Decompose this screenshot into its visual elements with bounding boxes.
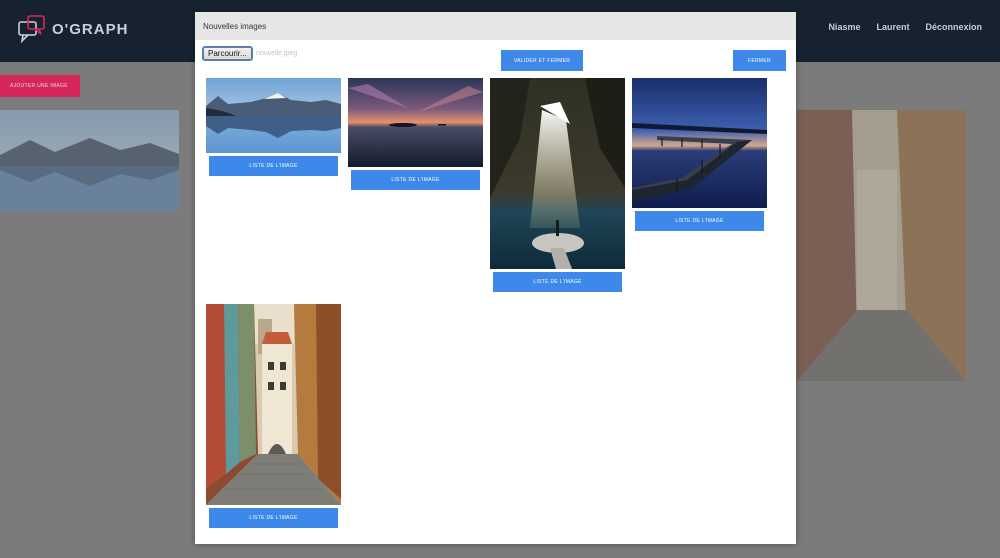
image-card: LISTE DE L'IMAGE (490, 78, 625, 294)
image-thumbnail-sunset-sea[interactable] (348, 78, 483, 167)
image-card: LISTE DE L'IMAGE (206, 304, 341, 530)
chat-bubbles-icon (18, 14, 46, 44)
image-card: LISTE DE L'IMAGE (206, 78, 341, 178)
nav-link-logout[interactable]: Déconnexion (925, 22, 982, 32)
add-image-button[interactable]: AJOUTER UNE IMAGE (0, 75, 80, 97)
modal-header: Nouvelles images (195, 12, 796, 40)
modal-title: Nouvelles images (203, 21, 267, 31)
validate-and-close-button[interactable]: VALIDER ET FERMER (501, 50, 583, 71)
image-thumbnail-pier-night[interactable] (632, 78, 767, 208)
browse-file-button[interactable]: Parcourir... (202, 46, 253, 61)
list-image-button[interactable]: LISTE DE L'IMAGE (635, 211, 764, 231)
image-thumbnail-cave-light[interactable] (490, 78, 625, 269)
logo-text: O'GRAPH (52, 20, 129, 38)
list-image-button[interactable]: LISTE DE L'IMAGE (493, 272, 622, 292)
background-thumbnail-street[interactable] (797, 110, 966, 381)
image-card: LISTE DE L'IMAGE (632, 78, 767, 233)
close-button[interactable]: FERMER (733, 50, 786, 71)
list-image-button[interactable]: LISTE DE L'IMAGE (351, 170, 480, 190)
new-images-modal: Nouvelles images Parcourir... nouvelle.j… (195, 12, 796, 544)
nav-link-laurent[interactable]: Laurent (876, 22, 909, 32)
list-image-button[interactable]: LISTE DE L'IMAGE (209, 508, 338, 528)
nav-link-niasme[interactable]: Niasme (828, 22, 860, 32)
image-thumbnail-mountain-lake[interactable] (206, 78, 341, 153)
selected-file-name: nouvelle.jpeg (256, 50, 298, 57)
app-logo[interactable]: O'GRAPH (18, 14, 128, 44)
list-image-button[interactable]: LISTE DE L'IMAGE (209, 156, 338, 176)
image-thumbnail-old-street[interactable] (206, 304, 341, 505)
image-card: LISTE DE L'IMAGE (348, 78, 483, 192)
user-nav: Niasme Laurent Déconnexion (828, 22, 982, 32)
background-thumbnail-lake[interactable] (0, 110, 179, 211)
